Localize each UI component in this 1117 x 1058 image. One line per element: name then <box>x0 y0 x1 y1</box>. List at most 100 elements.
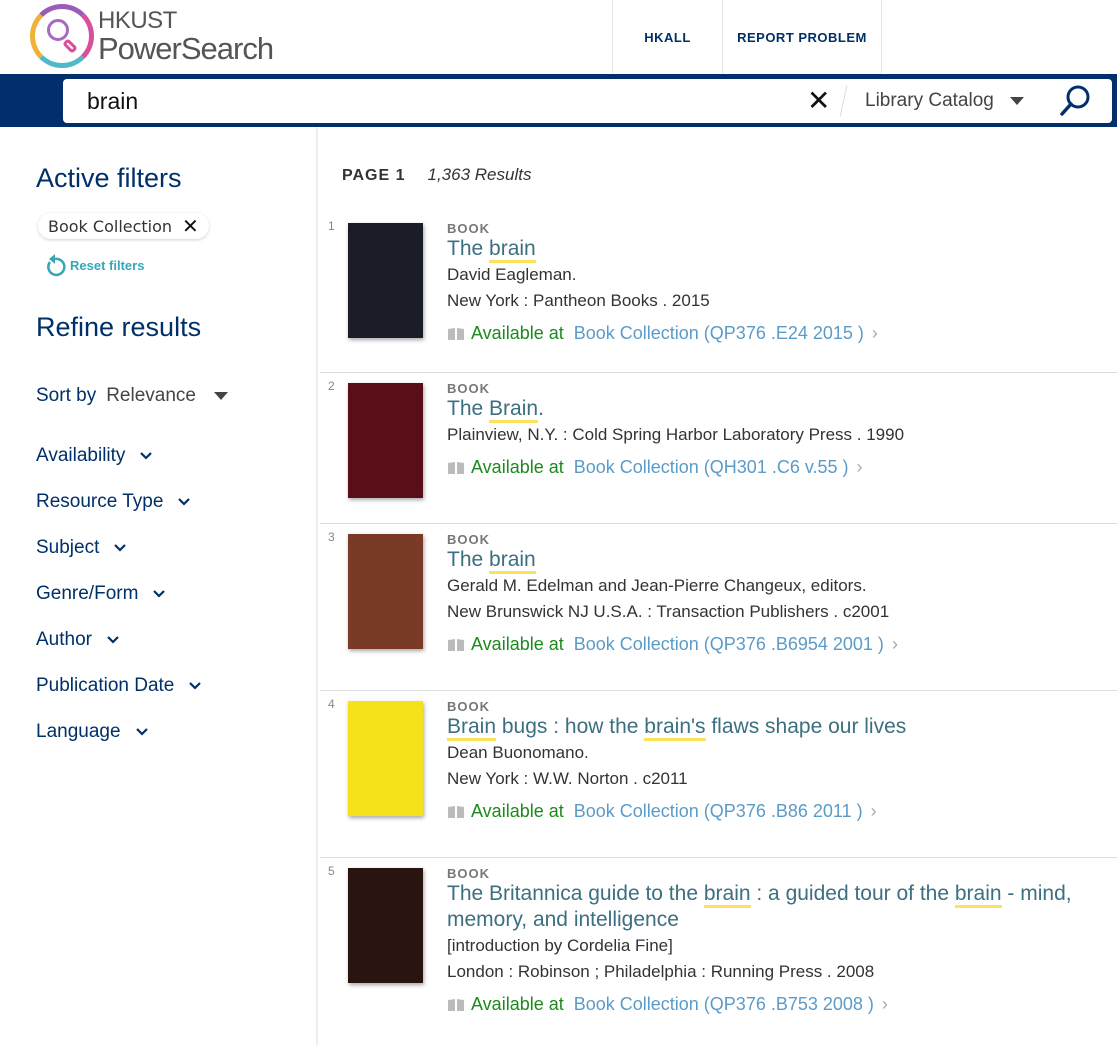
result-info: BOOK Brain bugs : how the brain's flaws s… <box>447 699 1107 822</box>
chevron-right-icon[interactable]: › <box>871 801 877 822</box>
book-icon <box>448 327 464 340</box>
search-icon[interactable] <box>1057 83 1093 119</box>
chevron-right-icon[interactable]: › <box>882 994 888 1015</box>
availability-status: Available at <box>471 634 564 654</box>
result-title-link[interactable]: The brain <box>447 547 1107 574</box>
chip-label: Book Collection <box>48 216 173 236</box>
sort-value: Relevance <box>106 385 196 406</box>
highlighted-term: brain <box>954 882 1002 908</box>
result-detail: [introduction by Cordelia Fine] <box>447 936 673 955</box>
logo[interactable]: HKUST PowerSearch <box>30 4 274 68</box>
facet-resource-type[interactable]: Resource Type <box>36 491 191 513</box>
title-text: The <box>447 548 490 571</box>
caret-down-icon[interactable] <box>1010 97 1024 105</box>
result-title-link[interactable]: The Britannica guide to the brain : a gu… <box>447 881 1107 933</box>
result-detail: Plainview, N.Y. : Cold Spring Harbor Lab… <box>447 425 905 444</box>
result-detail: New York : Pantheon Books . 2015 <box>447 291 710 310</box>
availability-link[interactable]: Available at Book Collection (QP376 .B753… <box>447 994 1107 1015</box>
availability-status: Available at <box>471 323 564 343</box>
result-row: 1 BOOK The brain David Eagleman. New York : … <box>320 213 1117 373</box>
book-cover[interactable] <box>348 868 423 983</box>
chevron-down-icon <box>178 498 191 506</box>
book-cover[interactable] <box>348 534 423 649</box>
clear-search-icon[interactable]: ✕ <box>807 87 830 115</box>
facet-label: Availability <box>36 445 126 466</box>
title-text: bugs : how the <box>496 715 645 738</box>
active-filters-title: Active filters <box>36 163 182 193</box>
highlighted-term: Brain <box>447 715 497 741</box>
search-input[interactable] <box>87 87 787 115</box>
facet-label: Publication Date <box>36 675 175 696</box>
sort-label: Sort by <box>36 385 97 406</box>
result-title-link[interactable]: Brain bugs : how the brain's flaws shape… <box>447 714 1107 741</box>
chevron-down-icon <box>140 452 153 460</box>
title-text: . <box>538 397 544 420</box>
logo-magnifier-icon <box>30 4 94 68</box>
result-row: 4 BOOK Brain bugs : how the brain's flaws … <box>320 691 1117 858</box>
title-text: The Britannica guide to the <box>447 882 704 905</box>
highlighted-term: brain <box>703 882 751 908</box>
facet-genre-form[interactable]: Genre/Form <box>36 583 166 605</box>
result-title-link[interactable]: The brain <box>447 236 1107 263</box>
nav-report-problem[interactable]: REPORT PROBLEM <box>722 0 882 74</box>
logo-line2: PowerSearch <box>98 30 274 66</box>
nav-hkall[interactable]: HKALL <box>612 0 722 74</box>
facet-subject[interactable]: Subject <box>36 537 127 559</box>
location-link[interactable]: Book Collection (QP376 .E24 2015 ) <box>574 323 864 344</box>
highlighted-term: brain's <box>644 715 706 741</box>
remove-filter-icon[interactable]: ✕ <box>182 214 199 238</box>
availability-status: Available at <box>471 457 564 477</box>
facet-availability[interactable]: Availability <box>36 445 153 467</box>
facet-language[interactable]: Language <box>36 721 149 743</box>
book-icon <box>448 805 464 818</box>
book-icon <box>448 638 464 651</box>
reset-icon <box>47 254 66 277</box>
availability-link[interactable]: Available at Book Collection (QP376 .B695… <box>447 634 1107 655</box>
availability-link[interactable]: Available at Book Collection (QH301 .C6 v… <box>447 457 1107 478</box>
highlighted-term: Brain <box>489 397 539 423</box>
availability-link[interactable]: Available at Book Collection (QP376 .B86 … <box>447 801 1107 822</box>
chevron-right-icon[interactable]: › <box>892 634 898 655</box>
resource-type: BOOK <box>447 381 490 396</box>
location-link[interactable]: Book Collection (QP376 .B86 2011 ) <box>574 801 863 822</box>
location-link[interactable]: Book Collection (QP376 .B753 2008 ) <box>574 994 874 1015</box>
results-panel: PAGE 1 1,363 Results 1 BOOK The brain David … <box>320 127 1117 1045</box>
chevron-down-icon <box>189 682 202 690</box>
result-detail: Dean Buonomano. <box>447 743 589 762</box>
result-number: 4 <box>328 697 335 711</box>
location-link[interactable]: Book Collection (QP376 .B6954 2001 ) <box>574 634 884 655</box>
chevron-down-icon <box>135 728 148 736</box>
chevron-right-icon[interactable]: › <box>857 457 863 478</box>
result-detail: London : Robinson ; Philadelphia : Runni… <box>447 962 875 981</box>
book-cover[interactable] <box>348 383 423 498</box>
result-number: 5 <box>328 864 335 878</box>
location-link[interactable]: Book Collection (QH301 .C6 v.55 ) <box>574 457 849 478</box>
result-row: 5 BOOK The Britannica guide to the brain :… <box>320 858 1117 1058</box>
reset-filters-label: Reset filters <box>70 257 145 273</box>
sort-select[interactable]: Sort by Relevance <box>36 385 228 407</box>
result-detail: New York : W.W. Norton . c2011 <box>447 769 688 788</box>
title-text: The <box>447 237 490 260</box>
availability-link[interactable]: Available at Book Collection (QP376 .E24 … <box>447 323 1107 344</box>
caret-down-icon <box>213 391 228 400</box>
facet-author[interactable]: Author <box>36 629 120 651</box>
book-cover[interactable] <box>348 223 423 338</box>
result-detail: New Brunswick NJ U.S.A. : Transaction Pu… <box>447 602 890 621</box>
divider <box>839 85 848 117</box>
search-scope-select[interactable]: Library Catalog <box>865 90 994 112</box>
book-cover[interactable] <box>348 701 423 816</box>
chevron-right-icon[interactable]: › <box>872 323 878 344</box>
result-row: 3 BOOK The brain Gerald M. Edelman and Jean… <box>320 524 1117 691</box>
result-info: BOOK The Britannica guide to the brain : … <box>447 866 1107 1015</box>
result-detail: David Eagleman. <box>447 265 577 284</box>
availability-status: Available at <box>471 801 564 821</box>
facet-label: Subject <box>36 537 100 558</box>
facet-publication-date[interactable]: Publication Date <box>36 675 202 697</box>
result-info: BOOK The Brain. Plainview, N.Y. : Cold Spr… <box>447 381 1107 478</box>
refine-results-title: Refine results <box>36 312 202 342</box>
reset-filters-button[interactable]: Reset filters <box>44 253 144 277</box>
active-filter-chip: Book Collection ✕ <box>38 213 209 239</box>
result-number: 1 <box>328 219 335 233</box>
chevron-down-icon <box>107 636 119 644</box>
result-title-link[interactable]: The Brain. <box>447 396 1107 423</box>
